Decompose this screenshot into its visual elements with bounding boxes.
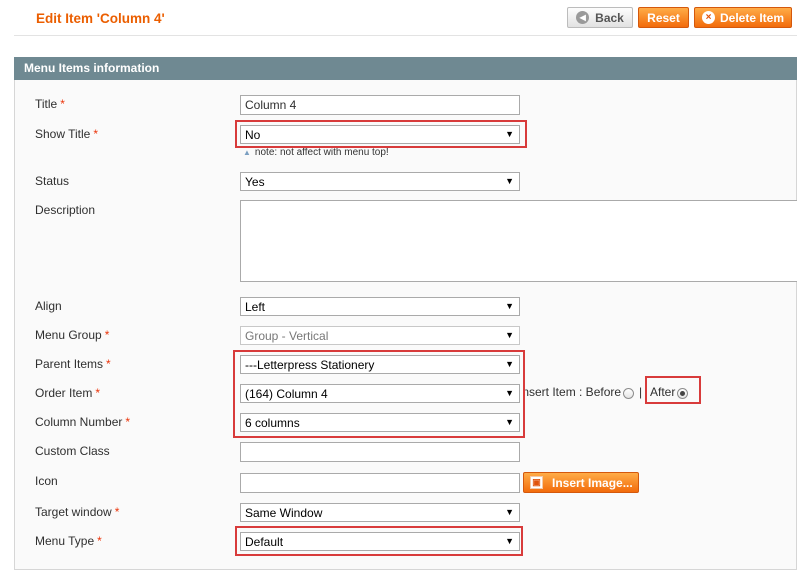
- back-button[interactable]: ◀ Back: [567, 7, 633, 28]
- custom-class-label: Custom Class: [35, 444, 110, 458]
- order-item-label: Order Item *: [35, 386, 101, 400]
- chevron-down-icon: ▼: [505, 301, 514, 311]
- menu-group-label: Menu Group *: [35, 328, 110, 342]
- menu-type-label: Menu Type *: [35, 534, 102, 548]
- image-icon: ▣: [530, 476, 543, 489]
- parent-items-value: ---Letterpress Stationery: [245, 358, 375, 372]
- status-select[interactable]: Yes ▼: [240, 172, 520, 191]
- show-title-label: Show Title *: [35, 127, 99, 141]
- insert-after-radio[interactable]: [677, 388, 688, 399]
- chevron-down-icon: ▼: [505, 330, 514, 340]
- chevron-down-icon: ▼: [505, 417, 514, 427]
- target-window-label: Target window *: [35, 505, 120, 519]
- show-title-note: ▲ note: not affect with menu top!: [243, 147, 389, 158]
- radio-separator: |: [639, 385, 643, 399]
- chevron-down-icon: ▼: [505, 507, 514, 517]
- chevron-down-icon: ▼: [505, 536, 514, 546]
- delete-item-button[interactable]: × Delete Item: [694, 7, 792, 28]
- description-textarea[interactable]: [240, 200, 797, 282]
- status-value: Yes: [245, 175, 265, 189]
- insert-item-label: Insert Item : Before: [519, 385, 622, 399]
- menu-group-select[interactable]: Group - Vertical ▼: [240, 326, 520, 345]
- show-title-select[interactable]: No ▼: [240, 125, 520, 144]
- custom-class-input[interactable]: [240, 442, 520, 462]
- chevron-down-icon: ▼: [505, 388, 514, 398]
- title-divider: [14, 35, 797, 36]
- back-arrow-icon: ◀: [576, 11, 590, 24]
- icon-label: Icon: [35, 474, 58, 488]
- parent-items-label: Parent Items *: [35, 357, 111, 371]
- page-title: Edit Item 'Column 4': [36, 11, 165, 26]
- insert-image-button[interactable]: ▣ Insert Image...: [523, 472, 639, 493]
- align-value: Left: [245, 300, 266, 314]
- chevron-down-icon: ▼: [505, 176, 514, 186]
- align-label: Align: [35, 299, 62, 313]
- insert-after-label: After: [650, 385, 676, 399]
- triangle-up-icon: ▲: [243, 148, 251, 157]
- column-number-label: Column Number *: [35, 415, 131, 429]
- target-window-value: Same Window: [245, 506, 323, 520]
- chevron-down-icon: ▼: [505, 129, 514, 139]
- icon-input[interactable]: [240, 473, 520, 493]
- delete-button-label: Delete Item: [719, 10, 785, 25]
- column-number-value: 6 columns: [245, 416, 300, 430]
- chevron-down-icon: ▼: [505, 359, 514, 369]
- align-select[interactable]: Left ▼: [240, 297, 520, 316]
- menu-group-value: Group - Vertical: [245, 329, 329, 343]
- menu-type-select[interactable]: Default ▼: [240, 532, 520, 551]
- reset-button-label: Reset: [647, 10, 680, 25]
- show-title-value: No: [245, 128, 261, 142]
- insert-image-label: Insert Image...: [552, 475, 633, 490]
- menu-type-value: Default: [245, 535, 284, 549]
- back-button-label: Back: [595, 10, 624, 25]
- parent-items-select[interactable]: ---Letterpress Stationery ▼: [240, 355, 520, 374]
- status-label: Status: [35, 174, 70, 188]
- description-label: Description: [35, 203, 96, 217]
- title-input[interactable]: Column 4: [240, 95, 520, 115]
- order-item-select[interactable]: (164) Column 4 ▼: [240, 384, 520, 403]
- delete-x-icon: ×: [701, 11, 715, 24]
- insert-before-radio[interactable]: [623, 388, 634, 399]
- reset-button[interactable]: Reset: [638, 7, 689, 28]
- target-window-select[interactable]: Same Window ▼: [240, 503, 520, 522]
- panel-header: Menu Items information: [14, 57, 797, 80]
- title-label: Title *: [35, 97, 65, 111]
- column-number-select[interactable]: 6 columns ▼: [240, 413, 520, 432]
- order-item-value: (164) Column 4: [245, 387, 328, 401]
